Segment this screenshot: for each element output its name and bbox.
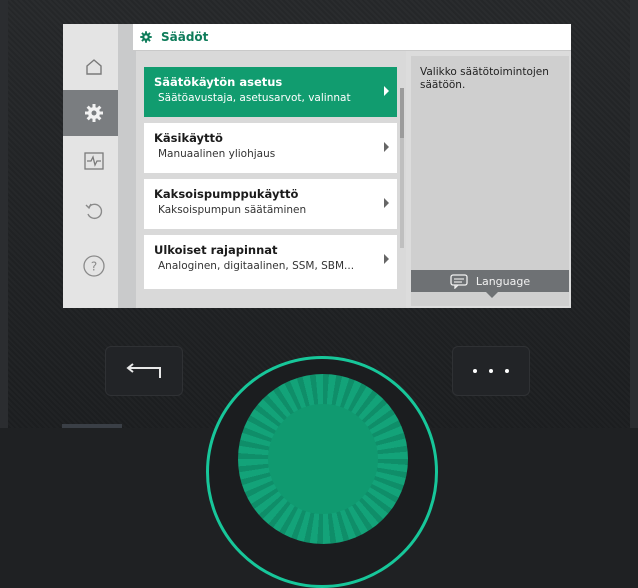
more-dots-icon: [505, 369, 509, 373]
rail-home-button[interactable]: [63, 44, 125, 90]
page-title: Säädöt: [161, 30, 209, 44]
speech-bubble-icon: [450, 273, 468, 289]
menu-list: Säätökäytön asetus Säätöavustaja, asetus…: [136, 51, 406, 308]
chevron-right-icon: [384, 86, 389, 96]
back-button[interactable]: [105, 346, 183, 396]
menu-item-subtitle: Analoginen, digitaalinen, SSM, SBM...: [158, 260, 355, 272]
info-text: Valikko säätötoimintojen säätöön.: [420, 66, 549, 91]
more-dots-icon: [489, 369, 493, 373]
language-pointer: [486, 292, 498, 298]
left-rail: ?: [63, 24, 125, 308]
menu-item-subtitle: Säätöavustaja, asetusarvot, valinnat: [158, 92, 351, 104]
display-screen: ? Säädöt Säätökäytön asetus Säätöavustaj…: [63, 24, 571, 308]
rail-diagnostics-button[interactable]: [63, 138, 125, 184]
rail-help-button[interactable]: ?: [63, 243, 125, 289]
menu-item-title: Käsikäyttö: [154, 131, 223, 145]
menu-item-external-interfaces[interactable]: Ulkoiset rajapinnat Analoginen, digitaal…: [144, 235, 397, 289]
back-arrow-icon: [126, 363, 161, 378]
chevron-right-icon: [384, 142, 389, 152]
rail-restore-button[interactable]: [63, 188, 125, 234]
menu-item-title: Kaksoispumppukäyttö: [154, 187, 299, 201]
gear-icon: [139, 30, 153, 44]
help-icon: ?: [83, 255, 105, 277]
language-button[interactable]: Language: [411, 270, 569, 292]
menu-item-subtitle: Manuaalinen yliohjaus: [158, 148, 276, 160]
context-button[interactable]: [452, 346, 530, 396]
control-knob-center: [268, 404, 378, 514]
right-bezel: [630, 0, 638, 428]
undo-icon: [85, 203, 103, 220]
menu-item-subtitle: Kaksoispumpun säätäminen: [158, 204, 307, 216]
menu-item-title: Ulkoiset rajapinnat: [154, 243, 278, 257]
menu-item-title: Säätökäytön asetus: [154, 75, 283, 89]
rail-divider: [118, 24, 137, 308]
menu-item-control-settings[interactable]: Säätökäytön asetus Säätöavustaja, asetus…: [144, 67, 397, 117]
menu-item-twin-pump[interactable]: Kaksoispumppukäyttö Kaksoispumpun säätäm…: [144, 179, 397, 229]
gear-icon: [85, 104, 103, 122]
chevron-right-icon: [384, 254, 389, 264]
info-panel: Valikko säätötoimintojen säätöön. Langua…: [411, 56, 569, 306]
menu-item-manual-mode[interactable]: Käsikäyttö Manuaalinen yliohjaus: [144, 123, 397, 173]
svg-text:?: ?: [91, 260, 97, 274]
housing-detail: [62, 424, 122, 428]
scroll-thumb[interactable]: [400, 88, 404, 138]
home-icon: [86, 59, 102, 75]
left-bezel: [0, 0, 8, 428]
pulse-icon: [84, 152, 104, 170]
chevron-right-icon: [384, 198, 389, 208]
more-dots-icon: [473, 369, 477, 373]
screen-header: Säädöt: [133, 24, 571, 51]
rail-settings-button[interactable]: [63, 90, 125, 136]
menu-scrollbar[interactable]: [400, 88, 404, 248]
language-label: Language: [475, 274, 531, 288]
